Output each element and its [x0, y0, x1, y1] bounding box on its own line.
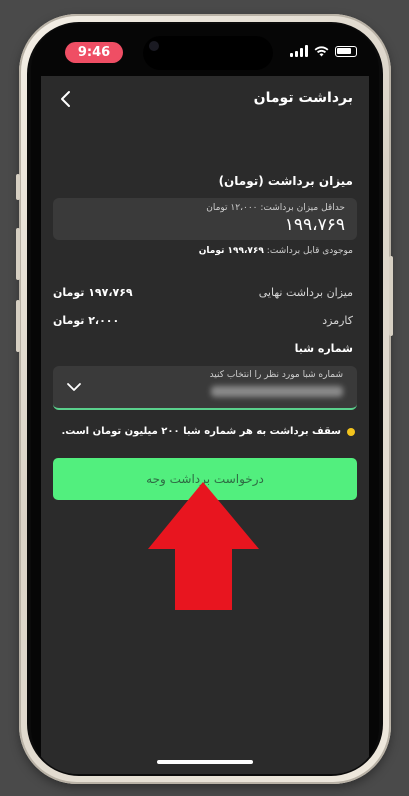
up-arrow-icon — [148, 482, 259, 610]
